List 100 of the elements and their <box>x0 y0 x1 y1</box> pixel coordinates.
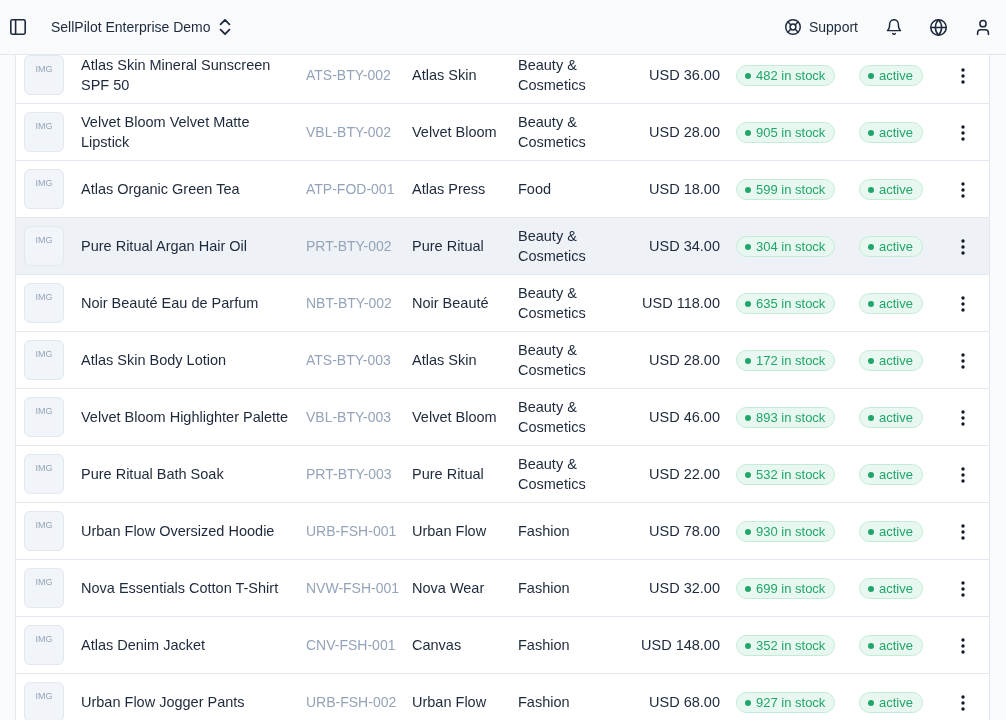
product-row[interactable]: IMG Noir Beauté Eau de Parfum NBT-BTY-002 Noir Beauté Beauty & Cosmetics USD 118.00 635 in stock active <box>16 274 989 332</box>
status-label: active <box>879 67 913 85</box>
globe-icon <box>930 18 947 36</box>
product-row[interactable]: IMG Atlas Organic Green Tea ATP-FOD-001 Atlas Press Food USD 18.00 599 in stock active <box>16 160 989 218</box>
status-label: active <box>879 181 913 199</box>
category-text: Beauty & Cosmetics <box>518 399 586 435</box>
product-name: Urban Flow Jogger Pants <box>81 694 245 710</box>
more-vertical-icon <box>961 68 965 85</box>
sku-text: URB-FSH-002 <box>306 694 397 710</box>
sku-text: CNV-FSH-001 <box>306 637 396 653</box>
dot-icon <box>745 243 751 250</box>
more-options-button[interactable] <box>959 353 967 370</box>
product-name: Pure Ritual Argan Hair Oil <box>81 238 247 254</box>
more-vertical-icon <box>961 353 965 370</box>
product-name: Atlas Skin Mineral Sunscreen SPF 50 <box>81 57 271 93</box>
more-options-button[interactable] <box>959 695 967 712</box>
brand-text: Pure Ritual <box>412 238 484 254</box>
status-label: active <box>879 694 913 712</box>
more-options-button[interactable] <box>959 524 967 541</box>
sku-text: NVW-FSH-001 <box>306 580 400 596</box>
more-options-button[interactable] <box>959 467 967 484</box>
dot-icon <box>745 528 751 535</box>
product-name: Velvet Bloom Highlighter Palette <box>81 409 289 425</box>
category-text: Fashion <box>518 637 570 653</box>
stock-label: 930 in stock <box>756 523 826 541</box>
product-row[interactable]: IMG Velvet Bloom Highlighter Palette VBL-BTY-003 Velvet Bloom Beauty & Cosmetics USD 46.00 893 in stock active <box>16 388 989 446</box>
image-placeholder: IMG <box>24 340 64 380</box>
more-vertical-icon <box>961 581 965 598</box>
stock-label: 699 in stock <box>756 580 826 598</box>
product-row[interactable]: IMG Urban Flow Jogger Pants URB-FSH-002 Urban Flow Fashion USD 68.00 927 in stock active <box>16 673 989 720</box>
more-options-button[interactable] <box>959 125 967 142</box>
more-vertical-icon <box>961 410 965 427</box>
category-text: Fashion <box>518 580 570 596</box>
more-options-button[interactable] <box>959 581 967 598</box>
dot-icon <box>868 129 874 136</box>
dot-icon <box>745 300 751 307</box>
product-name: Atlas Denim Jacket <box>81 637 206 653</box>
product-name: Pure Ritual Bath Soak <box>81 466 224 482</box>
support-button[interactable]: Support <box>784 16 858 38</box>
product-name: Noir Beauté Eau de Parfum <box>81 295 259 311</box>
more-vertical-icon <box>961 524 965 541</box>
product-row[interactable]: IMG Pure Ritual Argan Hair Oil PRT-BTY-002 Pure Ritual Beauty & Cosmetics USD 34.00 304 in stock active <box>16 217 989 275</box>
product-row[interactable]: IMG Atlas Skin Body Lotion ATS-BTY-003 Atlas Skin Beauty & Cosmetics USD 28.00 172 in stock active <box>16 331 989 389</box>
more-options-button[interactable] <box>959 182 967 199</box>
stock-label: 352 in stock <box>756 637 826 655</box>
sku-text: VBL-BTY-002 <box>306 124 392 140</box>
image-placeholder: IMG <box>24 112 64 152</box>
brand-text: Atlas Skin <box>412 67 477 83</box>
product-name: Atlas Organic Green Tea <box>81 181 240 197</box>
brand-text: Velvet Bloom <box>412 124 497 140</box>
stock-label: 599 in stock <box>756 181 826 199</box>
dot-icon <box>868 471 874 478</box>
more-options-button[interactable] <box>959 296 967 313</box>
more-vertical-icon <box>961 695 965 712</box>
product-row[interactable]: IMG Urban Flow Oversized Hoodie URB-FSH-001 Urban Flow Fashion USD 78.00 930 in stock active <box>16 502 989 560</box>
dot-icon <box>868 243 874 250</box>
notifications-button[interactable] <box>886 19 902 35</box>
product-row[interactable]: IMG Velvet Bloom Velvet Matte Lipstick VBL-BTY-002 Velvet Bloom Beauty & Cosmetics USD 28.00 905 in stock active <box>16 103 989 161</box>
dot-icon <box>745 585 751 592</box>
account-button[interactable] <box>975 18 991 36</box>
image-placeholder: IMG <box>24 169 64 209</box>
image-placeholder: IMG <box>24 625 64 665</box>
sku-text: ATS-BTY-002 <box>306 67 391 83</box>
product-row[interactable]: IMG Pure Ritual Bath Soak PRT-BTY-003 Pure Ritual Beauty & Cosmetics USD 22.00 532 in stock active <box>16 445 989 503</box>
status-label: active <box>879 352 913 370</box>
user-icon <box>975 18 991 36</box>
stock-label: 482 in stock <box>756 67 826 85</box>
dot-icon <box>745 414 751 421</box>
sku-text: ATP-FOD-001 <box>306 181 395 197</box>
product-row[interactable]: IMG Atlas Denim Jacket CNV-FSH-001 Canvas Fashion USD 148.00 352 in stock active <box>16 616 989 674</box>
more-options-button[interactable] <box>959 410 967 427</box>
price-text: USD 68.00 <box>649 694 720 710</box>
sku-text: ATS-BTY-003 <box>306 352 391 368</box>
dot-icon <box>868 414 874 421</box>
category-text: Beauty & Cosmetics <box>518 285 586 321</box>
stock-label: 927 in stock <box>756 694 826 712</box>
language-button[interactable] <box>930 18 947 36</box>
dot-icon <box>868 300 874 307</box>
image-placeholder: IMG <box>24 511 64 551</box>
status-label: active <box>879 580 913 598</box>
workspace-switcher[interactable]: SellPilot Enterprise Demo <box>51 16 231 38</box>
price-text: USD 46.00 <box>649 409 720 425</box>
status-label: active <box>879 637 913 655</box>
brand-text: Urban Flow <box>412 694 487 710</box>
status-label: active <box>879 466 913 484</box>
category-text: Beauty & Cosmetics <box>518 114 586 150</box>
product-row[interactable]: IMG Atlas Skin Mineral Sunscreen SPF 50 ATS-BTY-002 Atlas Skin Beauty & Cosmetics USD 36.00 482 in stock active <box>16 47 989 104</box>
dot-icon <box>745 186 751 193</box>
brand-text: Noir Beauté <box>412 295 489 311</box>
image-placeholder: IMG <box>24 568 64 608</box>
more-options-button[interactable] <box>959 68 967 85</box>
stock-label: 635 in stock <box>756 295 826 313</box>
sidebar-toggle-button[interactable] <box>10 19 26 35</box>
image-placeholder: IMG <box>24 283 64 323</box>
bell-icon <box>886 19 902 35</box>
brand-text: Canvas <box>412 637 462 653</box>
more-options-button[interactable] <box>959 239 967 256</box>
more-options-button[interactable] <box>959 638 967 655</box>
lifebuoy-icon <box>784 19 801 35</box>
product-row[interactable]: IMG Nova Essentials Cotton T-Shirt NVW-FSH-001 Nova Wear Fashion USD 32.00 699 in stock active <box>16 559 989 617</box>
